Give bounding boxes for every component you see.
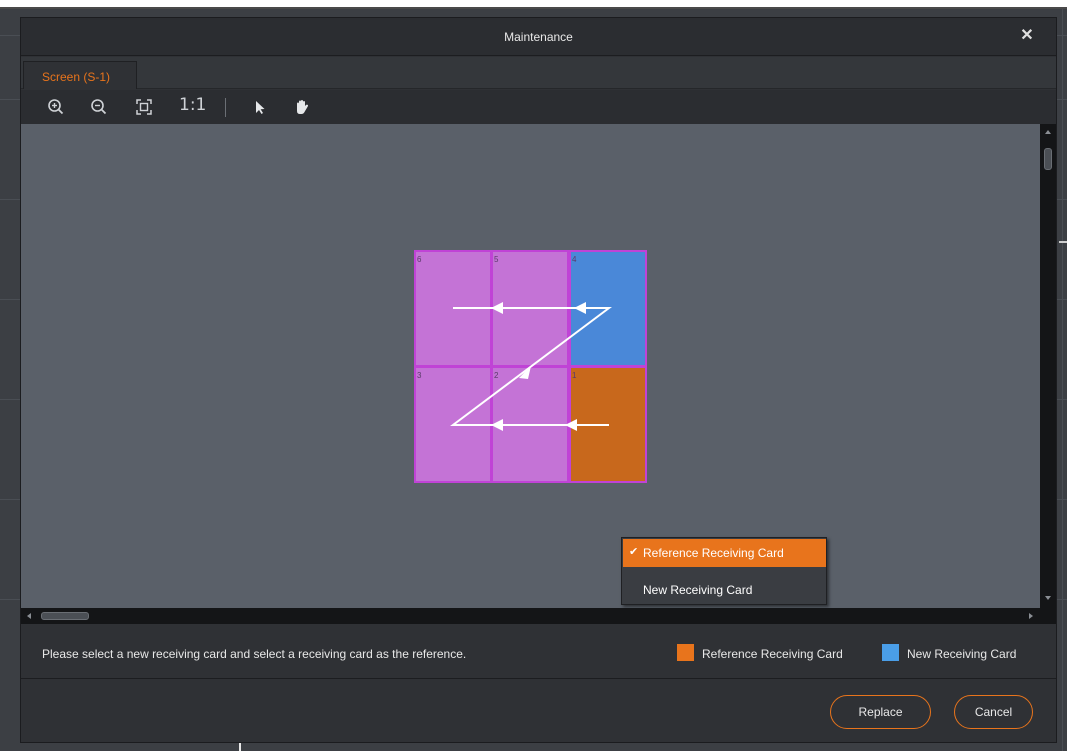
check-icon: ✔ xyxy=(629,546,639,558)
cabling-line xyxy=(450,307,612,426)
dialog-title: Maintenance xyxy=(504,30,573,44)
scroll-down-arrow-icon[interactable] xyxy=(1045,596,1051,600)
legend-label-new: New Receiving Card xyxy=(907,647,1017,661)
screen-canvas[interactable]: 6 5 4 3 2 1 ✔ Reference Receiving Card N… xyxy=(21,124,1040,608)
window-top-edge xyxy=(0,0,1067,9)
cabling-arrow xyxy=(565,419,577,431)
menu-item-label: Reference Receiving Card xyxy=(643,546,784,560)
horizontal-scrollbar[interactable] xyxy=(21,608,1040,624)
legend-swatch-reference xyxy=(677,644,694,661)
scroll-left-arrow-icon[interactable] xyxy=(27,613,31,619)
menu-item-label: New Receiving Card xyxy=(643,583,753,597)
scroll-right-arrow-icon[interactable] xyxy=(1029,613,1033,619)
zoom-in-icon[interactable] xyxy=(45,96,69,118)
cabling-path xyxy=(450,302,612,431)
dialog-titlebar: Maintenance ✕ xyxy=(21,18,1056,56)
toolbar-separator xyxy=(225,98,226,117)
tab-bar: Screen (S-1) xyxy=(21,57,1056,89)
context-menu: ✔ Reference Receiving Card New Receiving… xyxy=(621,537,827,605)
scroll-up-arrow-icon[interactable] xyxy=(1045,130,1051,134)
scroll-corner xyxy=(1040,608,1056,624)
zoom-out-icon[interactable] xyxy=(88,96,112,118)
instruction-text: Please select a new receiving card and s… xyxy=(42,647,467,661)
info-bar: Please select a new receiving card and s… xyxy=(21,624,1056,679)
close-icon[interactable]: ✕ xyxy=(1018,27,1036,45)
vertical-scrollbar[interactable] xyxy=(1040,124,1056,608)
canvas-toolbar: 1:1 xyxy=(21,90,1056,124)
fit-screen-icon[interactable] xyxy=(133,96,157,118)
scroll-thumb[interactable] xyxy=(1044,148,1052,170)
cabling-arrow xyxy=(574,302,586,314)
legend-swatch-new xyxy=(882,644,899,661)
replace-button[interactable]: Replace xyxy=(830,695,931,729)
tab-label: Screen (S-1) xyxy=(42,70,111,84)
scroll-thumb[interactable] xyxy=(41,612,89,620)
actual-size-button[interactable]: 1:1 xyxy=(179,95,206,115)
dialog-footer: Replace Cancel xyxy=(21,680,1056,742)
cabling-arrow xyxy=(491,302,503,314)
cabling-arrow xyxy=(491,419,503,431)
hand-icon[interactable] xyxy=(291,96,315,118)
cancel-button[interactable]: Cancel xyxy=(954,695,1033,729)
menu-item-new-card[interactable]: New Receiving Card xyxy=(623,576,826,604)
menu-item-reference-card[interactable]: ✔ Reference Receiving Card xyxy=(623,539,826,567)
cabling-arrow xyxy=(519,366,531,379)
legend-label-reference: Reference Receiving Card xyxy=(702,647,843,661)
pointer-icon[interactable] xyxy=(249,96,273,118)
maintenance-dialog: Maintenance ✕ Screen (S-1) 1:1 6 5 4 3 2… xyxy=(20,17,1057,743)
bg-grid-line xyxy=(1062,9,1063,751)
tab-screen-s1[interactable]: Screen (S-1) xyxy=(23,61,137,89)
bg-ruler-marker xyxy=(1059,241,1067,243)
